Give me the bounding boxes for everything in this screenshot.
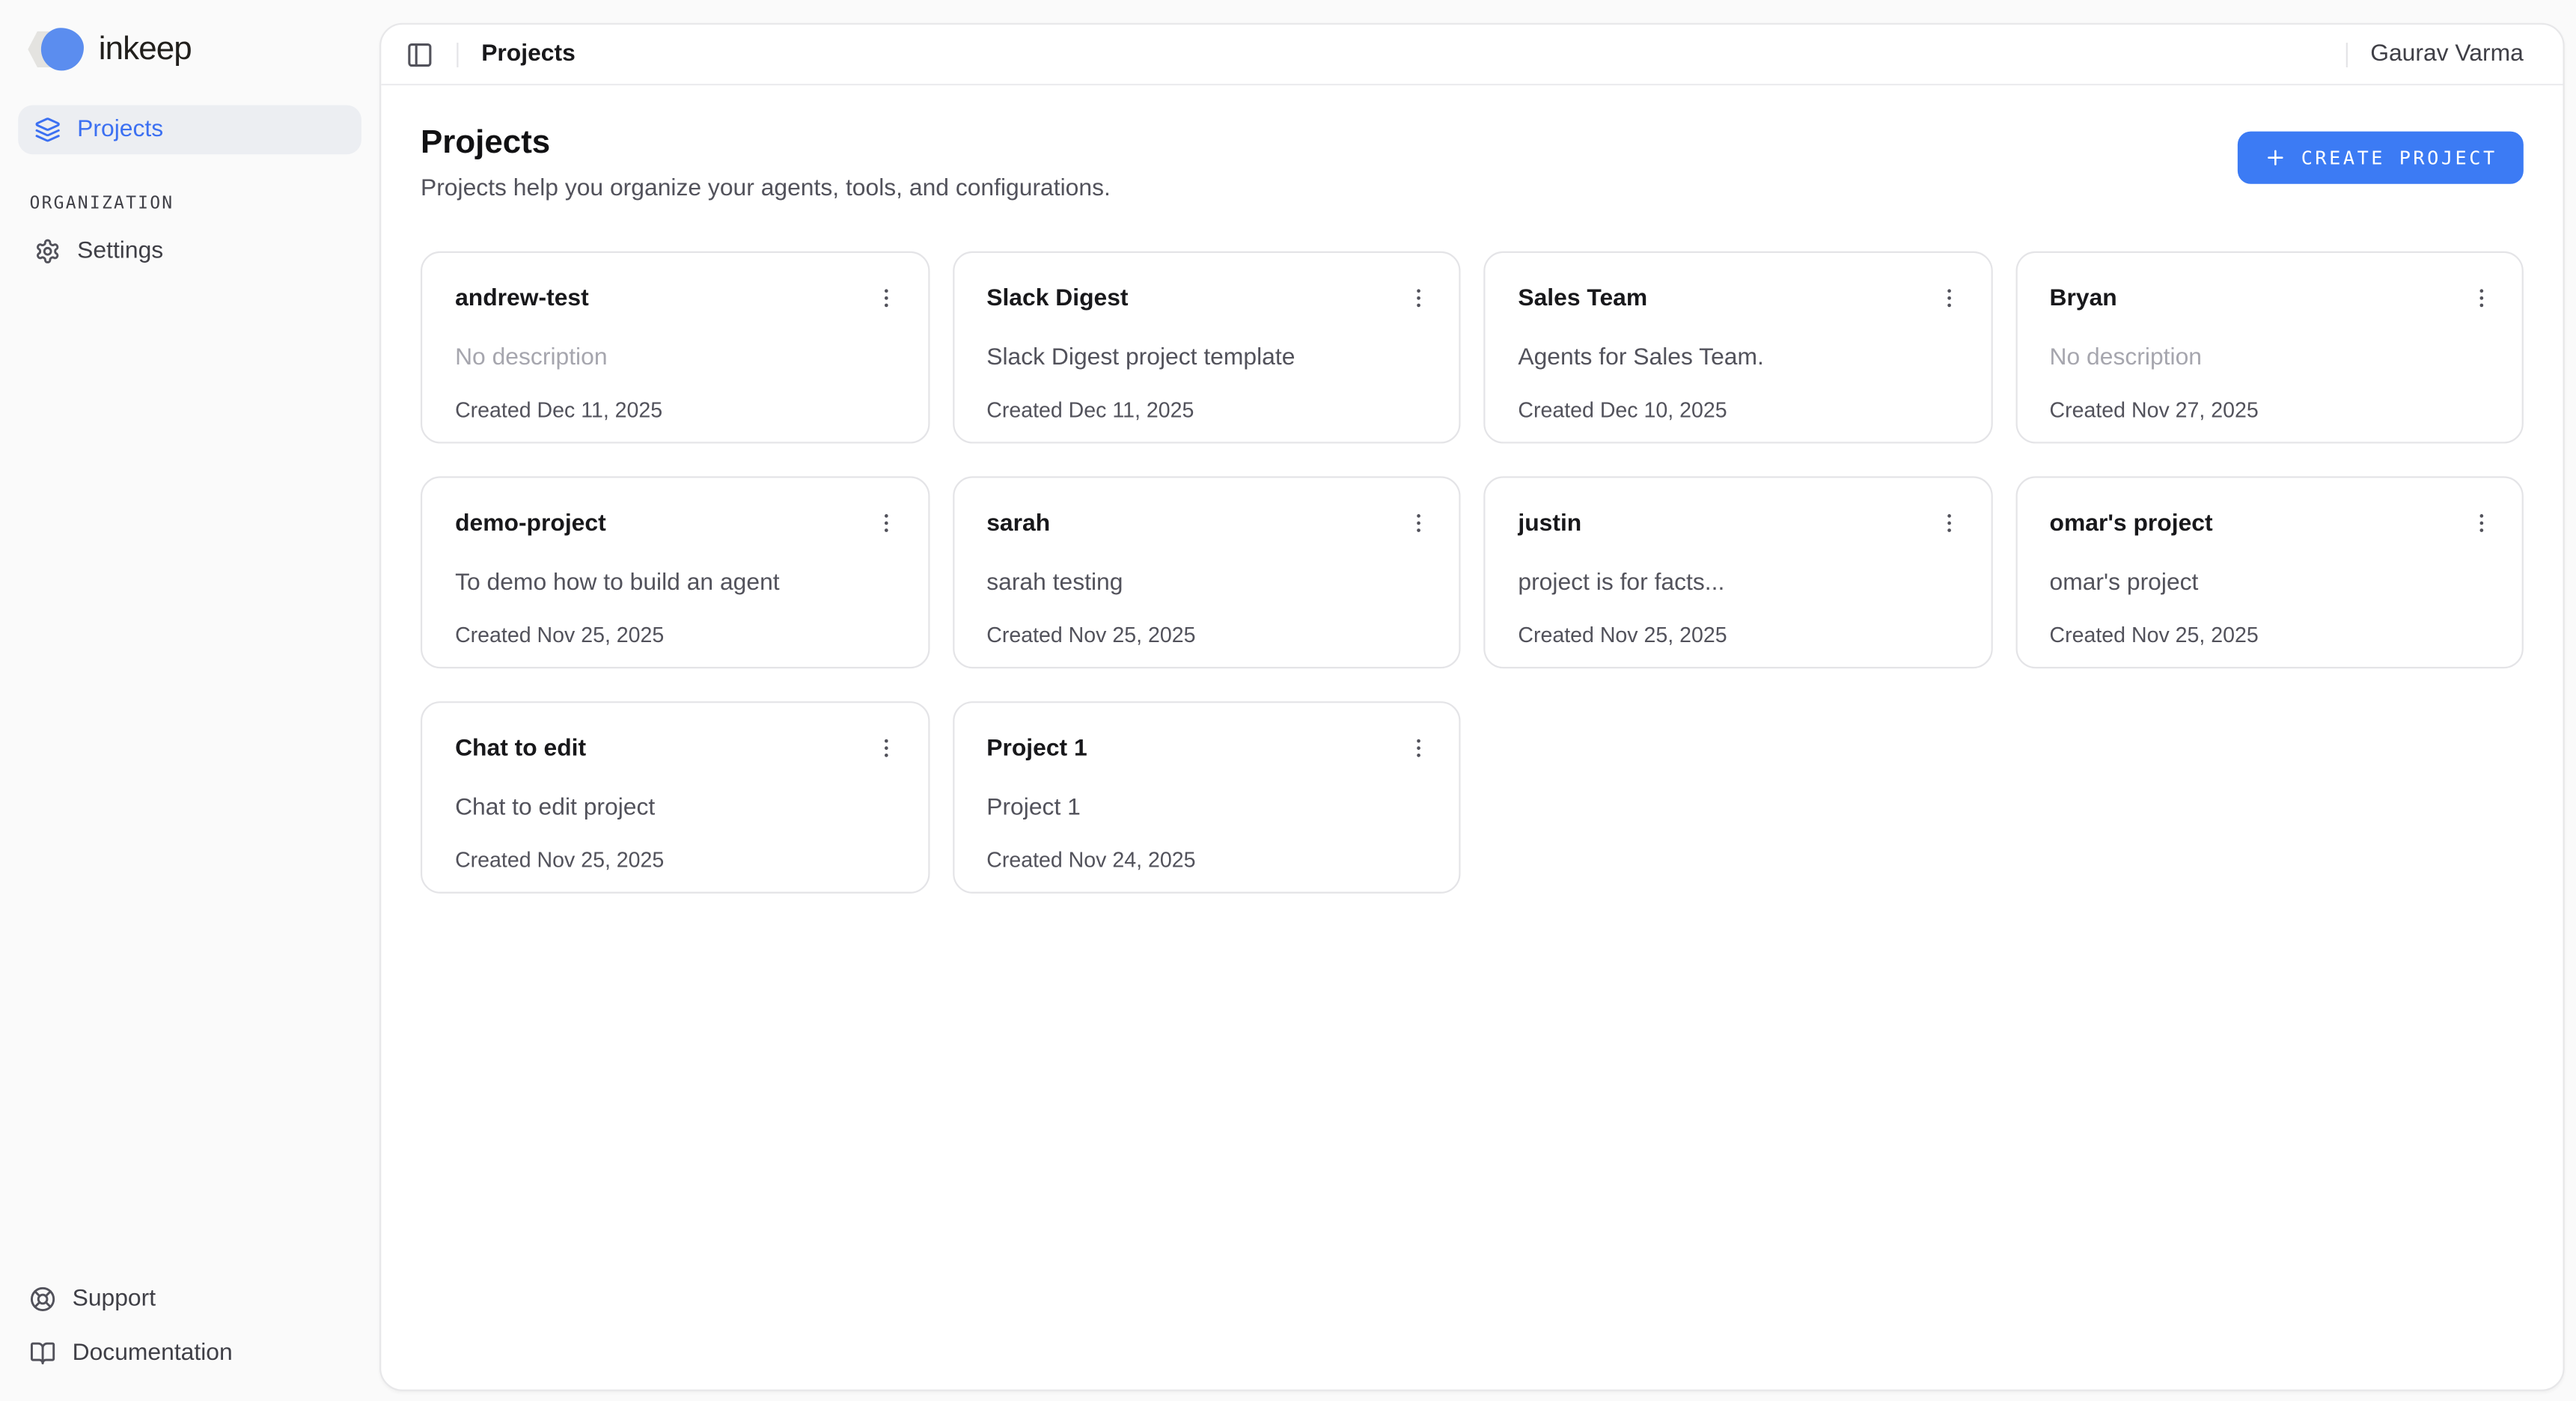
create-project-button[interactable]: CREATE PROJECT <box>2237 132 2524 184</box>
sidebar-item-support[interactable]: Support <box>18 1273 361 1324</box>
sidebar-section-organization: ORGANIZATION <box>18 194 361 213</box>
ellipsis-vertical-icon <box>1937 510 1962 534</box>
brand-wordmark: inkeep <box>99 31 192 68</box>
project-card-created: Created Dec 11, 2025 <box>455 397 894 422</box>
project-card[interactable]: Sales Team Agents for Sales Team. Create… <box>1483 251 1991 444</box>
sidebar-item-documentation[interactable]: Documentation <box>18 1327 361 1378</box>
project-card[interactable]: Chat to edit Chat to edit project Create… <box>421 701 929 894</box>
project-card-created: Created Nov 25, 2025 <box>2050 623 2489 647</box>
project-menu-button[interactable] <box>2463 504 2499 540</box>
page-title: Projects <box>421 121 1111 164</box>
project-card-created: Created Dec 10, 2025 <box>1518 397 1957 422</box>
ellipsis-vertical-icon <box>874 510 899 534</box>
divider <box>457 42 458 67</box>
project-card-title: andrew-test <box>455 284 589 314</box>
panel-left-icon <box>405 40 433 68</box>
project-card-created: Created Nov 25, 2025 <box>1518 623 1957 647</box>
ellipsis-vertical-icon <box>2468 510 2493 534</box>
create-project-label: CREATE PROJECT <box>2301 146 2497 169</box>
sidebar: inkeep Projects ORGANIZATION Settings <box>0 0 379 1401</box>
project-card-title: Slack Digest <box>986 284 1128 314</box>
ellipsis-vertical-icon <box>874 285 899 310</box>
topbar: Projects Gaurav Varma <box>381 25 2563 85</box>
inkeep-logo-icon <box>28 28 84 70</box>
page-subtitle: Projects help you organize your agents, … <box>421 176 1111 202</box>
ellipsis-vertical-icon <box>2468 285 2493 310</box>
user-menu[interactable]: Gaurav Varma <box>2370 41 2524 67</box>
project-menu-button[interactable] <box>868 729 904 765</box>
main-panel: Projects Gaurav Varma Projects Projects … <box>379 23 2565 1391</box>
project-card-title: Project 1 <box>986 734 1087 764</box>
project-card-created: Created Nov 25, 2025 <box>986 623 1426 647</box>
sidebar-item-label: Support <box>73 1285 156 1311</box>
project-card[interactable]: andrew-test No description Created Dec 1… <box>421 251 929 444</box>
project-card-created: Created Nov 25, 2025 <box>455 623 894 647</box>
sidebar-item-label: Documentation <box>73 1340 233 1366</box>
projects-grid: andrew-test No description Created Dec 1… <box>421 251 2524 894</box>
project-menu-button[interactable] <box>1400 504 1435 540</box>
project-card-description: project is for facts... <box>1518 568 1957 598</box>
sidebar-toggle-button[interactable] <box>397 33 440 76</box>
sidebar-item-settings[interactable]: Settings <box>18 227 361 276</box>
project-card[interactable]: justin project is for facts... Created N… <box>1483 476 1991 668</box>
project-card[interactable]: Slack Digest Slack Digest project templa… <box>952 251 1460 444</box>
plus-icon <box>2263 146 2286 169</box>
project-card[interactable]: demo-project To demo how to build an age… <box>421 476 929 668</box>
book-open-icon <box>30 1340 56 1366</box>
project-card-description: sarah testing <box>986 568 1426 598</box>
project-menu-button[interactable] <box>868 504 904 540</box>
app-root: inkeep Projects ORGANIZATION Settings <box>0 0 2576 1401</box>
project-card-description: omar's project <box>2050 568 2489 598</box>
project-card-created: Created Nov 25, 2025 <box>455 847 894 872</box>
project-card-title: Chat to edit <box>455 734 586 764</box>
ellipsis-vertical-icon <box>1937 285 1962 310</box>
page-head: Projects Projects help you organize your… <box>421 121 2524 202</box>
project-card[interactable]: Project 1 Project 1 Created Nov 24, 2025 <box>952 701 1460 894</box>
project-card[interactable]: Bryan No description Created Nov 27, 202… <box>2015 251 2523 444</box>
life-buoy-icon <box>30 1285 56 1311</box>
project-card-created: Created Nov 27, 2025 <box>2050 397 2489 422</box>
project-menu-button[interactable] <box>1931 279 1967 315</box>
project-menu-button[interactable] <box>2463 279 2499 315</box>
ellipsis-vertical-icon <box>1405 285 1430 310</box>
project-card-description: Agents for Sales Team. <box>1518 344 1957 373</box>
project-card[interactable]: omar's project omar's project Created No… <box>2015 476 2523 668</box>
project-card-description: Chat to edit project <box>455 793 894 823</box>
project-card-title: Bryan <box>2050 284 2117 314</box>
project-card-description: No description <box>2050 344 2489 373</box>
project-card-created: Created Nov 24, 2025 <box>986 847 1426 872</box>
project-menu-button[interactable] <box>1400 279 1435 315</box>
breadcrumb: Projects <box>481 41 576 67</box>
page-content: Projects Projects help you organize your… <box>381 85 2563 1390</box>
project-card[interactable]: sarah sarah testing Created Nov 25, 2025 <box>952 476 1460 668</box>
sidebar-item-label: Settings <box>77 238 163 264</box>
project-menu-button[interactable] <box>1931 504 1967 540</box>
sidebar-footer: Support Documentation <box>18 1273 361 1382</box>
layers-icon <box>34 117 61 143</box>
sidebar-item-projects[interactable]: Projects <box>18 105 361 154</box>
ellipsis-vertical-icon <box>874 735 899 760</box>
brand-logo: inkeep <box>18 23 361 73</box>
ellipsis-vertical-icon <box>1405 510 1430 534</box>
gear-icon <box>34 238 61 264</box>
project-card-title: demo-project <box>455 509 606 539</box>
project-card-description: No description <box>455 344 894 373</box>
project-menu-button[interactable] <box>1400 729 1435 765</box>
sidebar-item-label: Projects <box>77 117 163 143</box>
project-card-description: Project 1 <box>986 793 1426 823</box>
sidebar-nav: Projects ORGANIZATION Settings <box>18 105 361 275</box>
project-card-created: Created Dec 11, 2025 <box>986 397 1426 422</box>
divider <box>2345 42 2347 67</box>
project-card-description: Slack Digest project template <box>986 344 1426 373</box>
ellipsis-vertical-icon <box>1405 735 1430 760</box>
project-card-description: To demo how to build an agent <box>455 568 894 598</box>
project-card-title: justin <box>1518 509 1581 539</box>
project-card-title: sarah <box>986 509 1050 539</box>
project-card-title: Sales Team <box>1518 284 1647 314</box>
project-card-title: omar's project <box>2050 509 2213 539</box>
project-menu-button[interactable] <box>868 279 904 315</box>
